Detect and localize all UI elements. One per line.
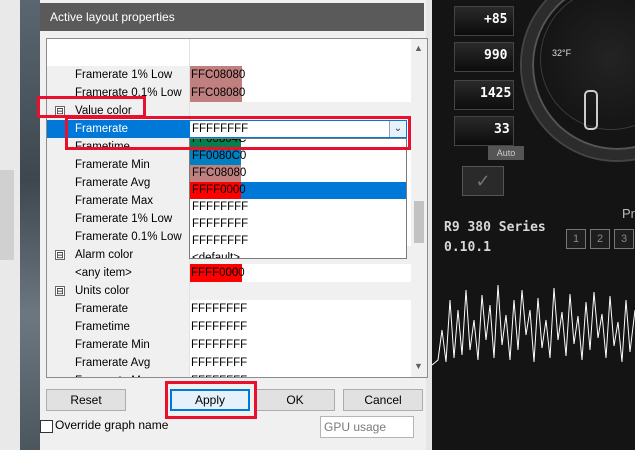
gpu-series-label: R9 380 Series [444, 220, 546, 235]
color-dropdown-list[interactable]: FF00804C FF0080C0 FFC08080 FFFF0000 FFFFFFFF… [189, 138, 407, 259]
color-value-combobox[interactable]: FFFFFFFF ⌄ [189, 120, 407, 138]
readout-memory-clock: 1425 [480, 86, 512, 101]
property-category[interactable]: ⊟ Value color [47, 102, 411, 120]
scrollbar-thumb[interactable] [414, 201, 424, 243]
dropdown-option-label: FF00804C [192, 138, 247, 145]
category-label: Alarm color [75, 249, 134, 261]
checkmark-icon[interactable]: ✓ [462, 166, 504, 196]
dropdown-option[interactable]: <default> [190, 250, 406, 259]
thermometer-icon [584, 90, 598, 130]
chevron-down-icon[interactable]: ⌄ [389, 121, 406, 137]
property-label: <any item> [75, 267, 132, 279]
layout-editor-dialog: Active layout properties Framerate 1% Lo… [40, 0, 432, 450]
dropdown-option-label: FF0080C0 [192, 150, 247, 162]
combobox-value: FFFFFFFF [192, 123, 249, 135]
property-label: Framerate Avg [75, 177, 151, 189]
property-row[interactable]: Framerate Min FFFFFFFF [47, 336, 411, 354]
dropdown-option-label: FFFFFFFF [192, 218, 249, 230]
profile-button-1[interactable]: 1 [566, 229, 586, 249]
readout-voltage: +85 [484, 12, 508, 27]
override-graph-name-label: Override graph name [55, 418, 169, 432]
dropdown-option[interactable]: FF00804C [190, 138, 406, 148]
property-row[interactable]: Frametime FFFFFFFF [47, 318, 411, 336]
property-value[interactable] [190, 102, 411, 120]
property-value[interactable]: FFC08080 [190, 66, 411, 84]
dropdown-option[interactable]: FFFFFFFF [190, 216, 406, 233]
property-label: Framerate Min [75, 159, 150, 171]
property-row[interactable]: Framerate FFFFFFFF [47, 300, 411, 318]
scroll-down-icon[interactable]: ▼ [414, 361, 423, 371]
property-grid-scrollbar[interactable]: ▲ ▼ [411, 39, 427, 377]
dropdown-option[interactable]: FF0080C0 [190, 148, 406, 165]
graph-name-input[interactable]: GPU usage [320, 416, 414, 438]
dropdown-option[interactable]: FFC08080 [190, 165, 406, 182]
cancel-button[interactable]: Cancel [343, 389, 423, 411]
property-row[interactable]: <any item> FFFF0000 [47, 264, 411, 282]
property-label: Framerate 1% Low [75, 69, 173, 81]
property-value[interactable]: FFFFFFFF [190, 336, 411, 354]
property-label: Framerate [75, 123, 129, 135]
background-app-left [0, 0, 40, 450]
property-category[interactable]: ⊟ Units color [47, 282, 411, 300]
collapse-toggle-icon[interactable]: ⊟ [55, 250, 65, 260]
property-value[interactable] [190, 282, 411, 300]
property-label: Framerate Max [75, 195, 153, 207]
background-gpu-tool: +85 990 1425 33 32°F Auto ✓ R9 380 Serie… [432, 0, 635, 450]
dropdown-option[interactable]: FFFF0000 [190, 182, 406, 199]
override-graph-name-checkbox[interactable] [40, 420, 53, 433]
dropdown-option-label: FFFF0000 [192, 184, 246, 196]
property-grid-blank-row [47, 39, 411, 67]
readout-core-clock: 990 [484, 48, 508, 63]
property-value[interactable]: FFFFFFFF [190, 372, 411, 377]
dropdown-option-label: FFFFFFFF [192, 201, 249, 213]
property-label: Framerate Min [75, 339, 150, 351]
dropdown-option[interactable]: FFFFFFFF [190, 233, 406, 250]
profile-button-2[interactable]: 2 [590, 229, 610, 249]
property-row[interactable]: Framerate Avg FFFFFFFF [47, 354, 411, 372]
property-value[interactable]: FFC08080 [190, 84, 411, 102]
property-label: Framerate Avg [75, 357, 151, 369]
collapse-toggle-icon[interactable]: ⊟ [55, 106, 65, 116]
property-label: Frametime [75, 141, 130, 153]
dropdown-option-label: FFC08080 [192, 167, 247, 179]
dropdown-option-label: <default> [192, 252, 240, 259]
property-label: Framerate 1% Low [75, 213, 173, 225]
version-label: 0.10.1 [444, 240, 491, 255]
property-value[interactable]: FFFF0000 [190, 264, 411, 282]
property-label: Frametime [75, 321, 130, 333]
auto-fan-button[interactable]: Auto [488, 146, 524, 160]
profile-button-3[interactable]: 3 [614, 229, 634, 249]
scroll-up-icon[interactable]: ▲ [414, 43, 423, 53]
readout-fan: 33 [494, 122, 510, 137]
dropdown-option[interactable]: FFFFFFFF [190, 199, 406, 216]
panel-title: Active layout properties [40, 3, 424, 31]
reset-button[interactable]: Reset [46, 389, 126, 411]
profile-label: Pr [622, 206, 635, 221]
background-app-left-mark [0, 170, 14, 260]
property-label: Framerate 0.1% Low [75, 87, 182, 99]
property-value[interactable]: FFFFFFFF [190, 354, 411, 372]
temperature-label: 32°F [552, 48, 572, 58]
monitoring-graph [432, 284, 635, 366]
property-row[interactable]: Framerate 0.1% Low FFC08080 [47, 84, 411, 102]
apply-button[interactable]: Apply [170, 389, 250, 411]
property-row[interactable]: Framerate Max FFFFFFFF [47, 372, 411, 377]
property-label: Framerate Max [75, 372, 153, 377]
ok-button[interactable]: OK [255, 389, 335, 411]
dropdown-option-label: FFFFFFFF [192, 235, 249, 247]
category-label: Value color [75, 105, 132, 117]
property-row[interactable]: Framerate 1% Low FFC08080 [47, 66, 411, 84]
category-label: Units color [75, 285, 130, 297]
property-label: Framerate [75, 303, 129, 315]
collapse-toggle-icon[interactable]: ⊟ [55, 286, 65, 296]
property-label: Framerate 0.1% Low [75, 231, 182, 243]
property-value[interactable]: FFFFFFFF [190, 318, 411, 336]
property-value[interactable]: FFFFFFFF [190, 300, 411, 318]
